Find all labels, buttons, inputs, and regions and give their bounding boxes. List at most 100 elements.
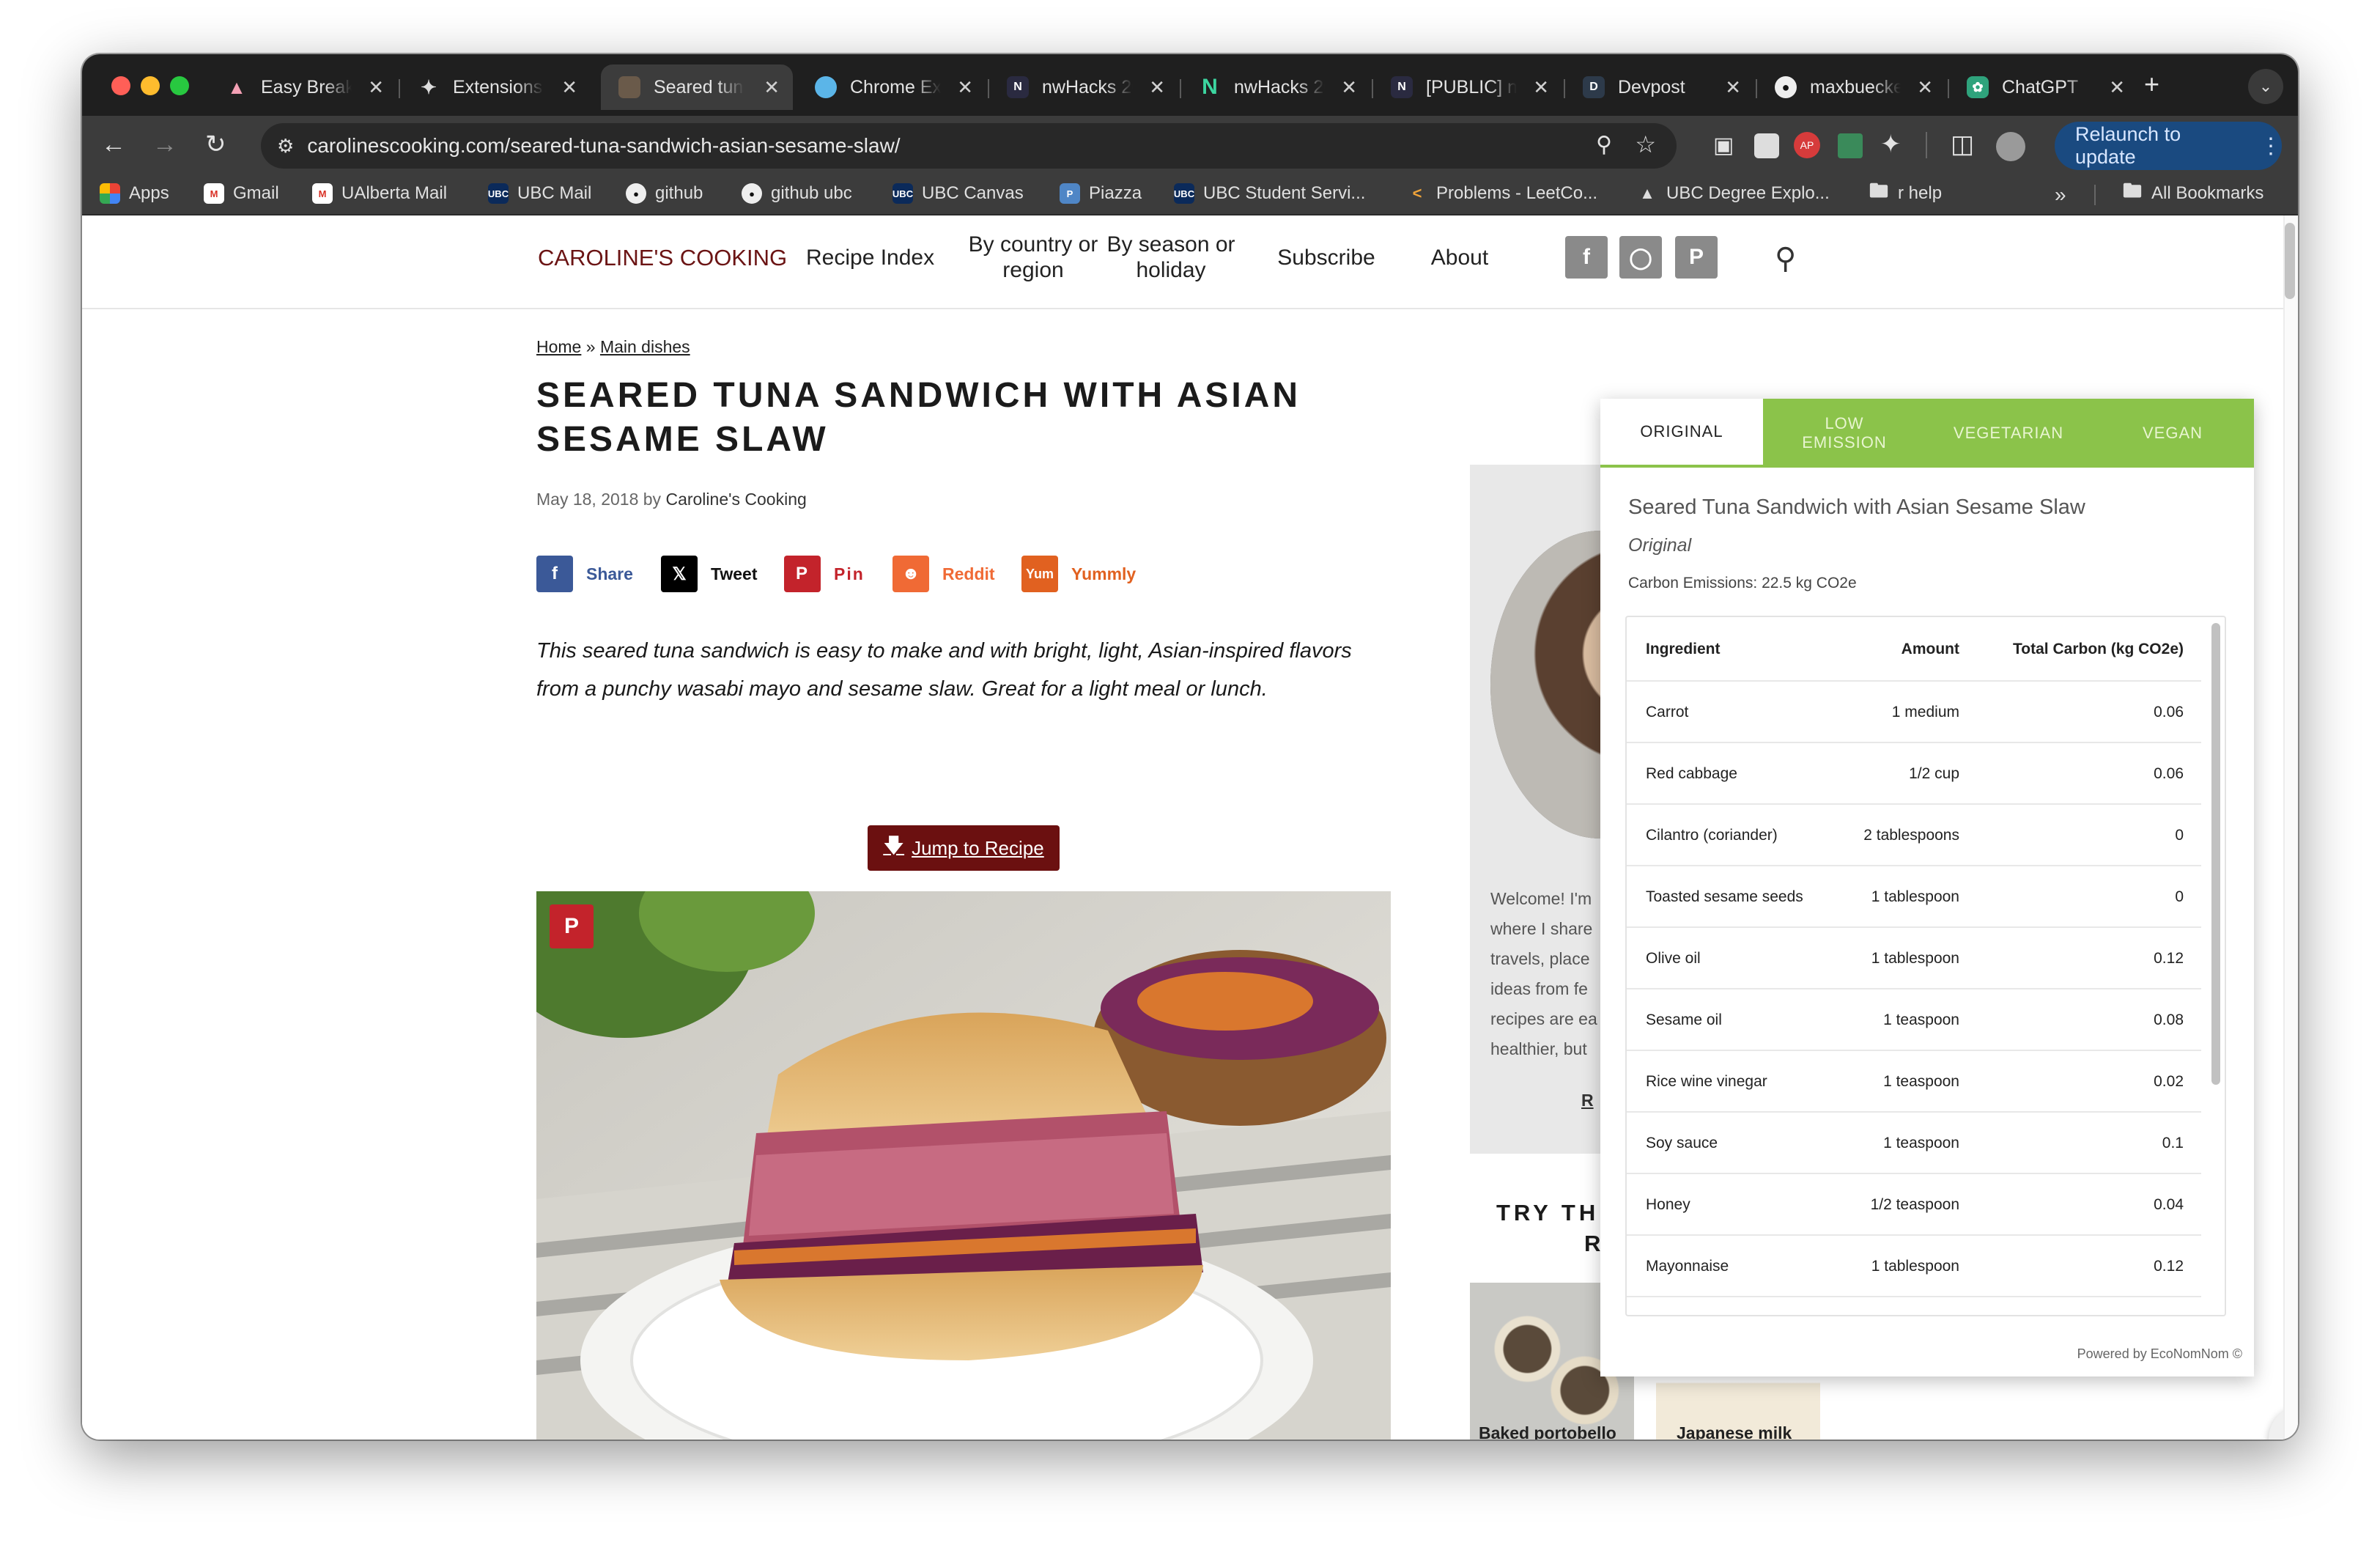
piazza-icon: P [1060, 183, 1080, 204]
tab-seared-tuna[interactable]: Seared tuna ✕ [601, 64, 793, 110]
minimize-window-button[interactable] [141, 76, 160, 95]
share-x-button[interactable]: 𝕏 Tweet [661, 556, 757, 592]
share-reddit-button[interactable]: ☻ Reddit [892, 556, 995, 592]
close-window-button[interactable] [111, 76, 130, 95]
welcome-text: Welcome! I'm where I share travels, plac… [1490, 889, 1597, 1058]
url-text[interactable]: carolinescooking.com/seared-tuna-sandwic… [307, 134, 900, 158]
close-tab-icon[interactable]: ✕ [1341, 76, 1357, 99]
pin-image-button[interactable]: P [550, 904, 594, 948]
recipe-photo: P [536, 891, 1391, 1440]
maximize-window-button[interactable] [170, 76, 189, 95]
bookmark-gmail[interactable]: M Gmail [204, 183, 279, 204]
camera-icon[interactable]: ▣ [1713, 133, 1734, 158]
tab-github[interactable]: ● maxbueckert ✕ [1757, 64, 1946, 110]
bookmark-github-ubc[interactable]: ● github ubc [742, 183, 852, 204]
address-bar[interactable]: ⚙ carolinescooking.com/seared-tuna-sandw… [261, 123, 1677, 169]
read-more-link[interactable]: R [1581, 1091, 1594, 1110]
close-tab-icon[interactable]: ✕ [561, 76, 577, 99]
ingredient-table: Ingredient Amount Total Carbon (kg CO2e)… [1625, 616, 2226, 1316]
thumb-caption[interactable]: Japanese milk [1677, 1423, 1792, 1440]
nav-by-season[interactable]: By season or holiday [1083, 232, 1259, 283]
nav-about[interactable]: About [1372, 245, 1548, 270]
close-tab-icon[interactable]: ✕ [957, 76, 973, 99]
tab-nwhacks-notion[interactable]: N nwHacks 2024 ✕ [989, 64, 1178, 110]
tab-extensions[interactable]: ✦ Extensions ✕ [400, 64, 591, 110]
table-row: Cilantro (coriander) 2 tablespoons 0 [1627, 805, 2201, 866]
close-tab-icon[interactable]: ✕ [1149, 76, 1165, 99]
recipe-name: Seared Tuna Sandwich with Asian Sesame S… [1628, 495, 2085, 519]
nav-recipe-index[interactable]: Recipe Index [806, 245, 934, 270]
tab-easy-breakfast[interactable]: ▲ Easy Breakfast ✕ [208, 64, 397, 110]
tab-low-emission[interactable]: LOW EMISSION [1793, 399, 1896, 468]
devpost-icon: D [1583, 76, 1605, 98]
tuna-sandwich-image [536, 891, 1391, 1440]
jump-to-recipe-button[interactable]: 🡇 Jump to Recipe [868, 825, 1060, 871]
share-yummly-button[interactable]: Yum Yummly [1021, 556, 1136, 592]
close-tab-icon[interactable]: ✕ [1917, 76, 1933, 99]
site-logo[interactable]: CAROLINE'S COOKING [538, 245, 787, 271]
table-row: Olive oil 1 tablespoon 0.12 [1627, 928, 2201, 989]
close-tab-icon[interactable]: ✕ [764, 76, 780, 99]
all-bookmarks-button[interactable]: 🖿 All Bookmarks [2122, 180, 2263, 204]
yummly-icon: Yum [1021, 556, 1058, 592]
page-scrollbar-thumb[interactable] [2285, 223, 2295, 299]
bookmark-ubc-mail[interactable]: UBC UBC Mail [488, 183, 591, 204]
tab-chrome-extension[interactable]: Chrome Extension ✕ [797, 64, 986, 110]
close-tab-icon[interactable]: ✕ [1725, 76, 1741, 99]
extension-icon[interactable] [1754, 133, 1779, 158]
instagram-icon[interactable]: ◯ [1619, 236, 1662, 279]
table-scrollbar[interactable] [2211, 623, 2220, 1085]
table-header: Ingredient Amount Total Carbon (kg CO2e) [1627, 617, 2201, 682]
tab-vegan[interactable]: VEGAN [2091, 399, 2254, 468]
bookmark-ualberta-mail[interactable]: M UAlberta Mail [312, 183, 447, 204]
tab-original[interactable]: ORIGINAL [1600, 399, 1763, 468]
forward-button[interactable]: → [152, 132, 177, 157]
github-icon: ● [1775, 76, 1797, 98]
tab-public-nwhacks[interactable]: N [PUBLIC] nwHacks ✕ [1373, 64, 1562, 110]
bookmark-star-icon[interactable]: ☆ [1635, 130, 1656, 158]
more-bookmarks-button[interactable]: » [2055, 183, 2066, 207]
close-tab-icon[interactable]: ✕ [368, 76, 384, 99]
pinterest-icon[interactable]: P [1675, 236, 1718, 279]
puzzle-icon[interactable]: ✦ [1880, 132, 1902, 157]
tab-chatgpt[interactable]: ✿ ChatGPT ✕ [1949, 64, 2138, 110]
page-viewport: CAROLINE'S COOKING Recipe Index By count… [82, 215, 2298, 1440]
bookmark-ubc-degree-explorer[interactable]: ▲ UBC Degree Explo... [1637, 183, 1830, 204]
thumb-caption[interactable]: Baked portobello [1479, 1423, 1616, 1440]
extension-badge-icon[interactable]: AP [1794, 132, 1820, 158]
pinterest-icon: P [784, 556, 821, 592]
bookmark-piazza[interactable]: P Piazza [1060, 183, 1142, 204]
back-button[interactable]: ← [101, 132, 126, 157]
bookmark-leetcode[interactable]: < Problems - LeetCo... [1407, 183, 1598, 204]
tab-nwhacks[interactable]: N nwHacks 2024 ✕ [1181, 64, 1370, 110]
tab-vegetarian[interactable]: VEGETARIAN [1926, 399, 2091, 468]
tab-devpost[interactable]: D Devpost ✕ [1565, 64, 1754, 110]
site-info-icon[interactable]: ⚙ [277, 135, 294, 158]
canvas-icon: UBC [892, 183, 913, 204]
share-facebook-button[interactable]: f Share [536, 556, 633, 592]
facebook-icon[interactable]: f [1565, 236, 1608, 279]
chatgpt-icon: ✿ [1967, 76, 1989, 98]
reload-button[interactable]: ↻ [205, 132, 226, 157]
bookmark-folder-r-help[interactable]: 🖿 r help [1869, 180, 1942, 204]
close-tab-icon[interactable]: ✕ [2109, 76, 2125, 99]
profile-avatar[interactable] [1996, 132, 2025, 161]
sheets-extension-icon[interactable] [1838, 133, 1863, 158]
close-tab-icon[interactable]: ✕ [1533, 76, 1549, 99]
relaunch-button[interactable]: Relaunch to update ⋮ [2055, 122, 2282, 170]
share-pinterest-button[interactable]: P Pin [784, 556, 865, 592]
breadcrumb-home-link[interactable]: Home [536, 337, 581, 356]
tab-search-button[interactable]: ⌄ [2248, 69, 2283, 104]
breadcrumb-section-link[interactable]: Main dishes [600, 337, 690, 356]
author-link[interactable]: Caroline's Cooking [665, 490, 806, 509]
side-panel-icon[interactable]: ◫ [1951, 132, 1974, 157]
bookmark-apps[interactable]: Apps [100, 183, 169, 204]
bookmark-github[interactable]: ● github [626, 183, 703, 204]
bookmark-ubc-student-services[interactable]: UBC UBC Student Servi... [1174, 183, 1365, 204]
bookmark-ubc-canvas[interactable]: UBC UBC Canvas [892, 183, 1024, 204]
zoom-icon[interactable]: ⚲ [1596, 132, 1612, 158]
site-header: CAROLINE'S COOKING Recipe Index By count… [82, 215, 2298, 309]
new-tab-button[interactable]: + [2144, 71, 2159, 97]
browser-toolbar: ← → ↻ ⚙ carolinescooking.com/seared-tuna… [82, 116, 2298, 174]
search-icon[interactable]: ⚲ [1775, 242, 1796, 276]
